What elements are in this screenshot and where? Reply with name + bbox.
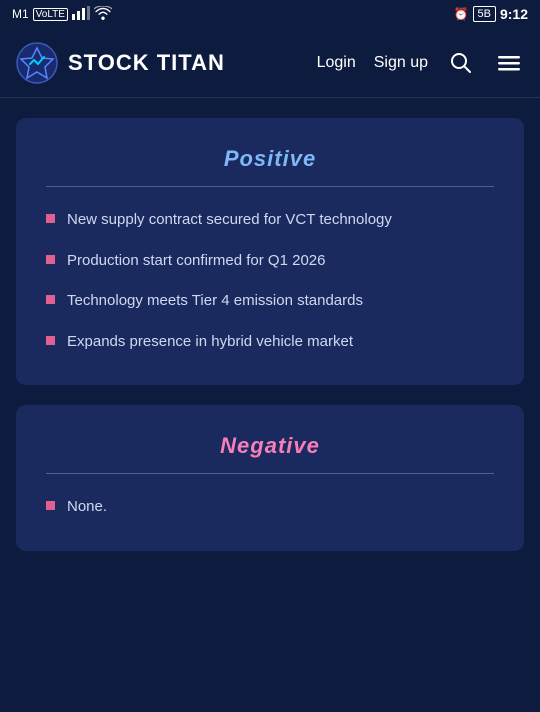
negative-title: Negative [46,433,494,459]
time-display: 9:12 [500,6,528,22]
positive-divider [46,186,494,187]
status-right: ⏰ 5B 9:12 [454,6,528,22]
hamburger-icon [498,52,520,74]
carrier-label: M1 [12,7,29,21]
bullet-text: Technology meets Tier 4 emission standar… [67,290,494,313]
bullet-icon [46,214,55,223]
bullet-icon [46,336,55,345]
positive-list: New supply contract secured for VCT tech… [46,209,494,353]
battery-icon: 5B [473,6,496,22]
bullet-icon [46,295,55,304]
list-item: Expands presence in hybrid vehicle marke… [46,331,494,354]
bullet-icon [46,255,55,264]
list-item: New supply contract secured for VCT tech… [46,209,494,232]
menu-button[interactable] [494,48,524,78]
list-item: Production start confirmed for Q1 2026 [46,250,494,273]
brand: STOCK TITAN [16,42,225,84]
main-content: Positive New supply contract secured for… [0,98,540,571]
volte-badge: VoLTE [33,8,68,21]
login-link[interactable]: Login [317,54,356,72]
bullet-text: New supply contract secured for VCT tech… [67,209,494,232]
alarm-icon: ⏰ [454,7,469,21]
list-item: None. [46,496,494,519]
wifi-icon [94,6,112,23]
negative-card: Negative None. [16,405,524,551]
negative-list: None. [46,496,494,519]
bullet-text: Production start confirmed for Q1 2026 [67,250,494,273]
bullet-text: None. [67,496,494,519]
bullet-text: Expands presence in hybrid vehicle marke… [67,331,494,354]
list-item: Technology meets Tier 4 emission standar… [46,290,494,313]
search-button[interactable] [446,48,476,78]
status-left: M1 VoLTE [12,6,112,23]
navbar: STOCK TITAN Login Sign up [0,28,540,98]
positive-card: Positive New supply contract secured for… [16,118,524,385]
signal-icon [72,6,90,23]
brand-name: STOCK TITAN [68,50,225,76]
bullet-icon [46,501,55,510]
search-icon [450,52,472,74]
negative-divider [46,473,494,474]
status-bar: M1 VoLTE ⏰ 5B 9:12 [0,0,540,28]
positive-title: Positive [46,146,494,172]
nav-links: Login Sign up [317,48,524,78]
brand-logo-icon [16,42,58,84]
signup-link[interactable]: Sign up [374,54,428,72]
